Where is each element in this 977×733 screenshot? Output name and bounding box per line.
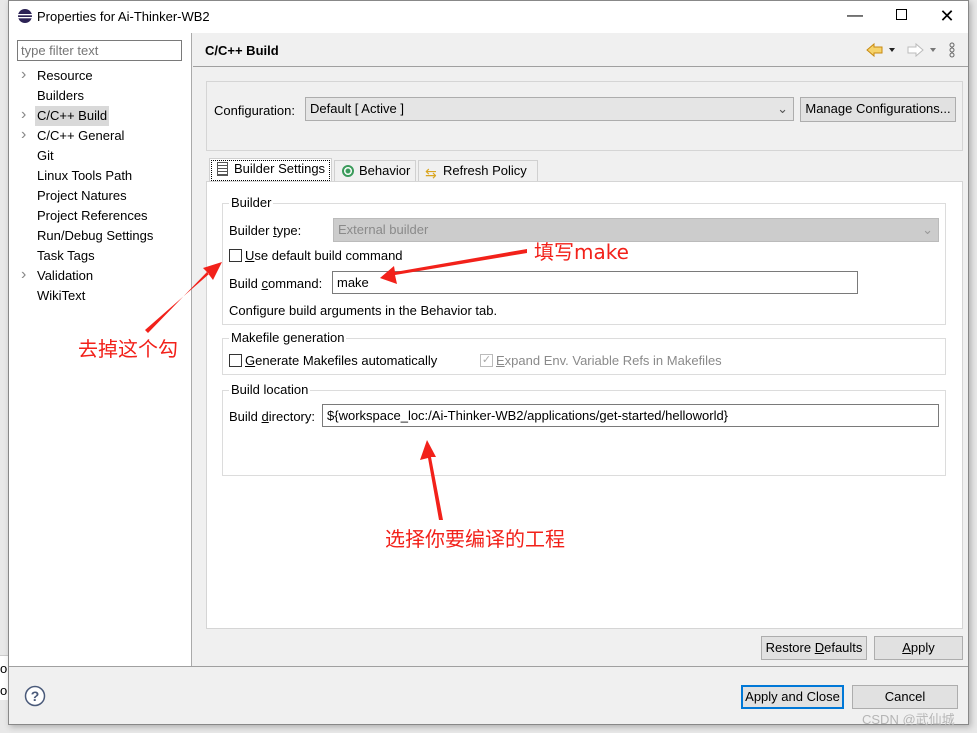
annotation-overlay: [145, 249, 527, 520]
annotation-uncheck: 去掉这个勾: [78, 337, 178, 361]
annotation-choose-project: 选择你要编译的工程: [385, 527, 565, 551]
annotation-arrow-uncheck: [145, 262, 222, 333]
annotation-fill-make: 填写make: [534, 240, 629, 264]
annotation-arrow-fill-make: [380, 249, 527, 284]
annotation-arrow-choose-project: [420, 440, 443, 520]
